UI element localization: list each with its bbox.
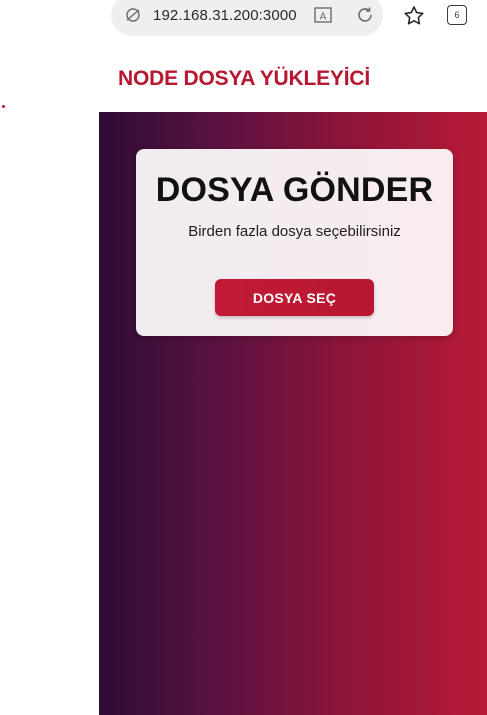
url-text[interactable]: 192.168.31.200:3000 [153, 7, 303, 24]
page: 192.168.31.200:3000 A 6 NODE DOSYA YÜKLE [0, 0, 487, 715]
bookmark-star-icon[interactable] [402, 4, 426, 28]
upload-card: DOSYA GÖNDER Birden fazla dosya seçebili… [136, 149, 453, 336]
site-info-icon[interactable] [123, 5, 143, 25]
reader-mode-icon[interactable]: A [313, 5, 333, 25]
browser-toolbar: 192.168.31.200:3000 A 6 [0, 0, 487, 44]
card-subtitle: Birden fazla dosya seçebilirsiniz [188, 223, 401, 240]
tabs-icon[interactable]: 6 [447, 5, 467, 25]
card-title: DOSYA GÖNDER [155, 171, 434, 209]
select-file-button[interactable]: DOSYA SEÇ [215, 279, 374, 316]
svg-text:A: A [320, 12, 327, 23]
app-title: NODE DOSYA YÜKLEYİCİ [118, 67, 370, 90]
decorative-dot [2, 105, 5, 108]
address-bar[interactable]: 192.168.31.200:3000 A [111, 0, 383, 36]
hero-section: DOSYA GÖNDER Birden fazla dosya seçebili… [99, 112, 487, 715]
reload-icon[interactable] [354, 4, 376, 26]
